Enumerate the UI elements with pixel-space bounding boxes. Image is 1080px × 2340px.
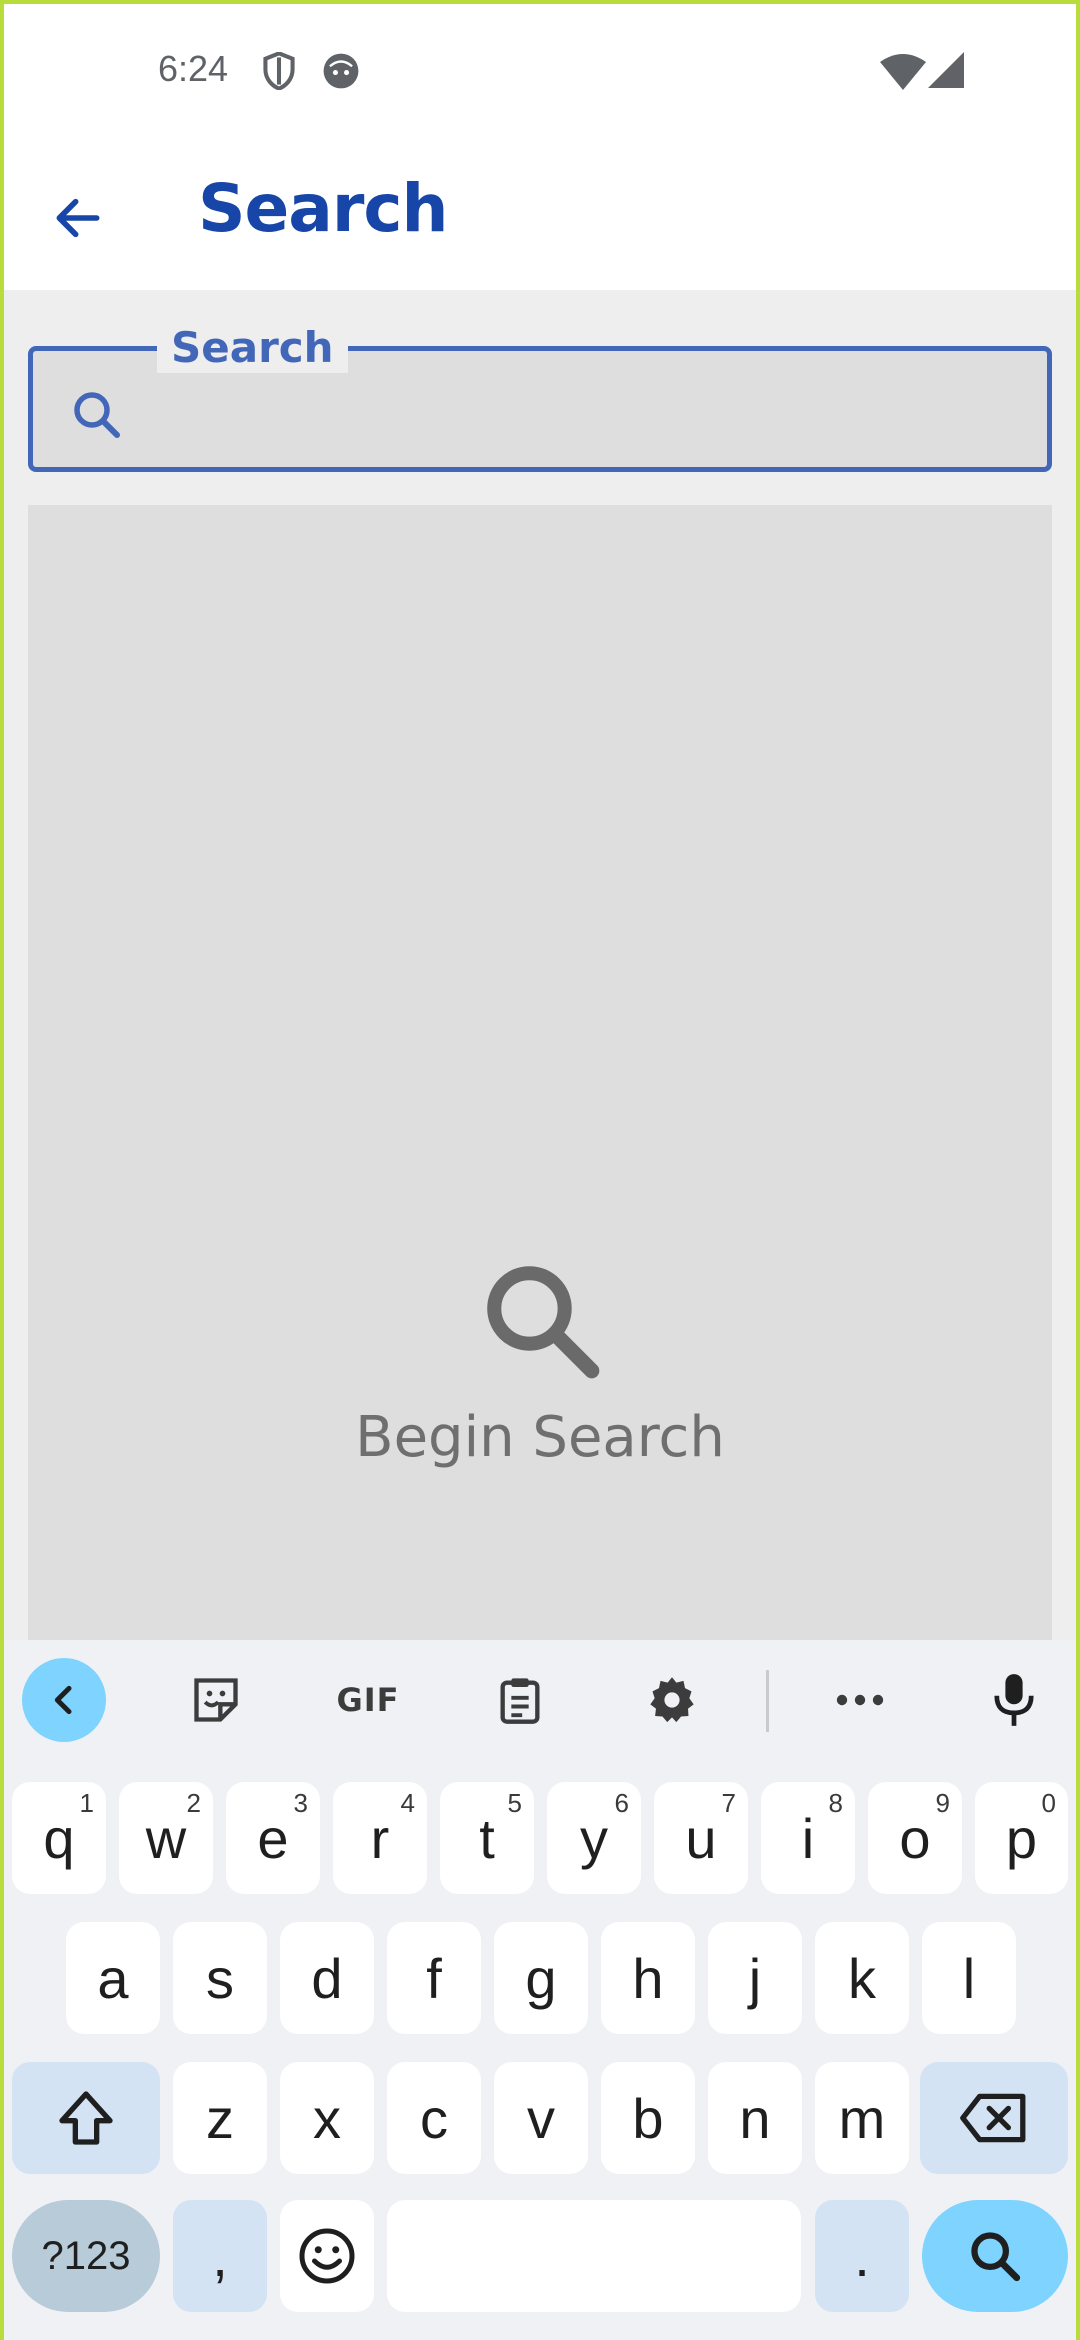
key-m[interactable]: m (815, 2062, 909, 2174)
key-i[interactable]: i8 (761, 1782, 855, 1894)
key-a[interactable]: a (66, 1922, 160, 2034)
gif-button[interactable]: GIF (326, 1658, 410, 1742)
key-w[interactable]: w2 (119, 1782, 213, 1894)
content-area: Search Begin Search (0, 290, 1080, 1640)
shield-icon (262, 51, 296, 95)
emoji-icon (299, 2228, 355, 2284)
chevron-left-icon (54, 1685, 72, 1715)
signal-icon (928, 52, 964, 93)
clipboard-button[interactable] (478, 1658, 562, 1742)
key-c[interactable]: c (387, 2062, 481, 2174)
key-j[interactable]: j (708, 1922, 802, 2034)
shift-icon (59, 2091, 113, 2145)
settings-button[interactable] (630, 1658, 714, 1742)
backspace-icon (960, 2093, 1026, 2143)
key-p[interactable]: p0 (975, 1782, 1068, 1894)
clipboard-icon (500, 1678, 540, 1724)
search-icon (971, 2232, 1021, 2282)
key-q[interactable]: q1 (12, 1782, 106, 1894)
gif-label: GIF (336, 1681, 400, 1719)
arrow-left-icon (56, 198, 100, 238)
key-k[interactable]: k (815, 1922, 909, 2034)
key-y[interactable]: y6 (547, 1782, 641, 1894)
keyboard: GIF q1 w2 e3 r4 t5 y6 u7 i8 o9 p0 a s d … (0, 1640, 1080, 2340)
more-icon (836, 1694, 884, 1706)
key-n[interactable]: n (708, 2062, 802, 2174)
status-time: 6:24 (158, 48, 229, 89)
results-panel: Begin Search (28, 505, 1052, 1640)
back-button[interactable] (40, 180, 116, 256)
key-s[interactable]: s (173, 1922, 267, 2034)
key-e[interactable]: e3 (226, 1782, 320, 1894)
gear-icon (650, 1677, 694, 1723)
empty-state-text: Begin Search (355, 1405, 725, 1470)
sticker-icon (194, 1678, 238, 1722)
face-icon (322, 52, 360, 95)
more-button[interactable] (818, 1658, 902, 1742)
key-x[interactable]: x (280, 2062, 374, 2174)
key-h[interactable]: h (601, 1922, 695, 2034)
search-icon (487, 1266, 600, 1379)
comma-key[interactable]: , (173, 2200, 267, 2312)
key-g[interactable]: g (494, 1922, 588, 2034)
key-t[interactable]: t5 (440, 1782, 534, 1894)
emoji-key[interactable] (280, 2200, 374, 2312)
space-key[interactable] (387, 2200, 801, 2312)
toolbar-divider (766, 1670, 769, 1732)
voice-input-button[interactable] (972, 1658, 1056, 1742)
search-input[interactable] (143, 371, 1023, 451)
key-u[interactable]: u7 (654, 1782, 748, 1894)
key-l[interactable]: l (922, 1922, 1016, 2034)
status-bar: 6:24 (0, 0, 1080, 140)
page-title: Search (198, 170, 448, 247)
wifi-icon (880, 54, 926, 95)
key-z[interactable]: z (173, 2062, 267, 2174)
app-bar: Search (0, 140, 1080, 290)
mic-icon (994, 1674, 1034, 1726)
key-b[interactable]: b (601, 2062, 695, 2174)
key-f[interactable]: f (387, 1922, 481, 2034)
search-field[interactable]: Search (28, 323, 1052, 472)
key-v[interactable]: v (494, 2062, 588, 2174)
backspace-key[interactable] (920, 2062, 1068, 2174)
key-o[interactable]: o9 (868, 1782, 962, 1894)
keyboard-back-button[interactable] (22, 1658, 106, 1742)
period-key[interactable]: . (815, 2200, 909, 2312)
symbols-key[interactable]: ?123 (12, 2200, 160, 2312)
keyboard-toolbar: GIF (0, 1640, 1080, 1760)
search-icon (74, 392, 120, 438)
shift-key[interactable] (12, 2062, 160, 2174)
search-field-label: Search (157, 323, 348, 373)
key-r[interactable]: r4 (333, 1782, 427, 1894)
key-d[interactable]: d (280, 1922, 374, 2034)
sticker-button[interactable] (174, 1658, 258, 1742)
search-enter-key[interactable] (922, 2200, 1068, 2312)
